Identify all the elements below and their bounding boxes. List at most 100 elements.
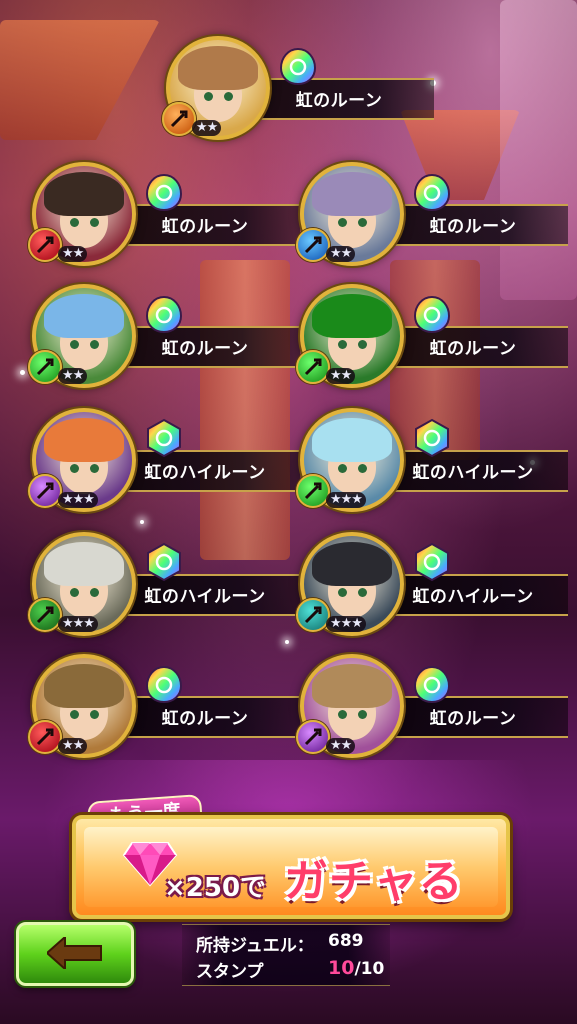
result-label-bar: 虹のハイルーン xyxy=(110,450,300,492)
stamp-current: 10 xyxy=(328,957,355,979)
result-item[interactable]: 虹のハイルーン ★★★ xyxy=(28,532,302,642)
rainbow-high-rune-icon xyxy=(412,542,452,582)
character-eye xyxy=(338,710,347,719)
result-item[interactable]: 虹のルーン ★★ xyxy=(28,162,302,272)
stamp-label: スタンプ xyxy=(196,962,264,982)
gacha-again-button[interactable]: ×250で ガチャる xyxy=(72,815,510,919)
character-eye xyxy=(204,92,213,101)
gacha-cost: ×250で xyxy=(164,873,267,903)
gacha-action-label: ガチャる xyxy=(284,856,464,907)
result-item[interactable]: 虹のハイルーン ★★★ xyxy=(296,532,570,642)
character-eye xyxy=(70,340,79,349)
element-icon xyxy=(296,350,330,384)
gacha-button-face: ×250で ガチャる xyxy=(84,827,498,907)
result-label: 虹のルーン xyxy=(161,217,249,237)
result-item[interactable]: 虹のルーン ★★ xyxy=(296,654,570,764)
wallet-info: 所持ジュエル： 689 スタンプ 10/10 xyxy=(182,924,390,986)
rainbow-rune-icon xyxy=(412,664,452,704)
result-item[interactable]: 虹のハイルーン ★★★ xyxy=(28,408,302,518)
result-label: 虹のハイルーン xyxy=(412,587,534,607)
element-icon xyxy=(162,102,196,136)
result-label: 虹のルーン xyxy=(161,339,249,359)
rainbow-rune-icon xyxy=(144,664,184,704)
result-label-bar: 虹のルーン xyxy=(244,78,434,120)
character-eye xyxy=(70,710,79,719)
result-label-bar: 虹のルーン xyxy=(110,204,300,246)
rainbow-rune-icon xyxy=(144,172,184,212)
result-item[interactable]: 虹のルーン ★★ xyxy=(296,284,570,394)
result-label: 虹のルーン xyxy=(429,709,517,729)
rarity-stars: ★★ xyxy=(326,246,356,262)
character-hair xyxy=(44,418,124,462)
result-label: 虹のハイルーン xyxy=(144,463,266,483)
result-label: 虹のルーン xyxy=(429,339,517,359)
jewel-value: 689 xyxy=(328,931,364,951)
element-icon xyxy=(28,720,62,754)
result-item[interactable]: 虹のルーン ★★ xyxy=(28,654,302,764)
rarity-stars: ★★ xyxy=(326,738,356,754)
rarity-stars: ★★ xyxy=(58,368,88,384)
result-label: 虹のハイルーン xyxy=(412,463,534,483)
character-eye xyxy=(70,464,79,473)
result-label-bar: 虹のハイルーン xyxy=(378,574,568,616)
character-eye xyxy=(90,710,99,719)
character-hair xyxy=(312,172,392,216)
character-eye xyxy=(224,92,233,101)
character-eye xyxy=(358,464,367,473)
element-icon xyxy=(28,350,62,384)
element-icon xyxy=(296,720,330,754)
result-label-bar: 虹のルーン xyxy=(378,204,568,246)
rarity-stars: ★★ xyxy=(326,368,356,384)
character-eye xyxy=(90,464,99,473)
element-icon xyxy=(28,228,62,262)
rainbow-high-rune-icon xyxy=(144,542,184,582)
element-icon xyxy=(296,474,330,508)
character-eye xyxy=(338,218,347,227)
stamp-count: 10/10 xyxy=(328,957,384,979)
sparkle xyxy=(140,520,144,524)
element-icon xyxy=(28,474,62,508)
character-eye xyxy=(338,464,347,473)
result-label: 虹のハイルーン xyxy=(144,587,266,607)
character-hair xyxy=(44,664,124,708)
result-label-bar: 虹のルーン xyxy=(378,326,568,368)
character-hair xyxy=(44,294,124,338)
character-eye xyxy=(90,218,99,227)
character-hair xyxy=(312,294,392,338)
result-label: 虹のルーン xyxy=(161,709,249,729)
rarity-stars: ★★ xyxy=(192,120,222,136)
element-icon xyxy=(296,598,330,632)
rarity-stars: ★★ xyxy=(58,738,88,754)
sparkle xyxy=(20,370,25,375)
character-eye xyxy=(358,218,367,227)
element-icon xyxy=(28,598,62,632)
back-button[interactable] xyxy=(16,922,134,986)
result-label-bar: 虹のハイルーン xyxy=(378,450,568,492)
result-item[interactable]: 虹のルーン ★★ xyxy=(28,284,302,394)
jewel-row: 所持ジュエル： 689 xyxy=(196,931,364,956)
result-label-bar: 虹のルーン xyxy=(110,696,300,738)
left-arrow-icon xyxy=(47,937,102,969)
rarity-stars: ★★★ xyxy=(326,492,366,508)
character-eye xyxy=(358,588,367,597)
character-eye xyxy=(338,340,347,349)
result-item[interactable]: 虹のルーン ★★ xyxy=(162,36,436,146)
result-label-bar: 虹のハイルーン xyxy=(110,574,300,616)
character-hair xyxy=(178,46,258,90)
character-hair xyxy=(44,172,124,216)
rarity-stars: ★★★ xyxy=(58,492,98,508)
result-item[interactable]: 虹のハイルーン ★★★ xyxy=(296,408,570,518)
result-label-bar: 虹のルーン xyxy=(378,696,568,738)
result-label: 虹のルーン xyxy=(295,91,383,111)
rainbow-high-rune-icon xyxy=(144,418,184,458)
character-eye xyxy=(70,218,79,227)
rainbow-rune-icon xyxy=(144,294,184,334)
rainbow-high-rune-icon xyxy=(412,418,452,458)
character-eye xyxy=(90,340,99,349)
result-item[interactable]: 虹のルーン ★★ xyxy=(296,162,570,272)
character-eye xyxy=(338,588,347,597)
element-icon xyxy=(296,228,330,262)
character-eye xyxy=(90,588,99,597)
rainbow-rune-icon xyxy=(412,172,452,212)
character-eye xyxy=(358,710,367,719)
